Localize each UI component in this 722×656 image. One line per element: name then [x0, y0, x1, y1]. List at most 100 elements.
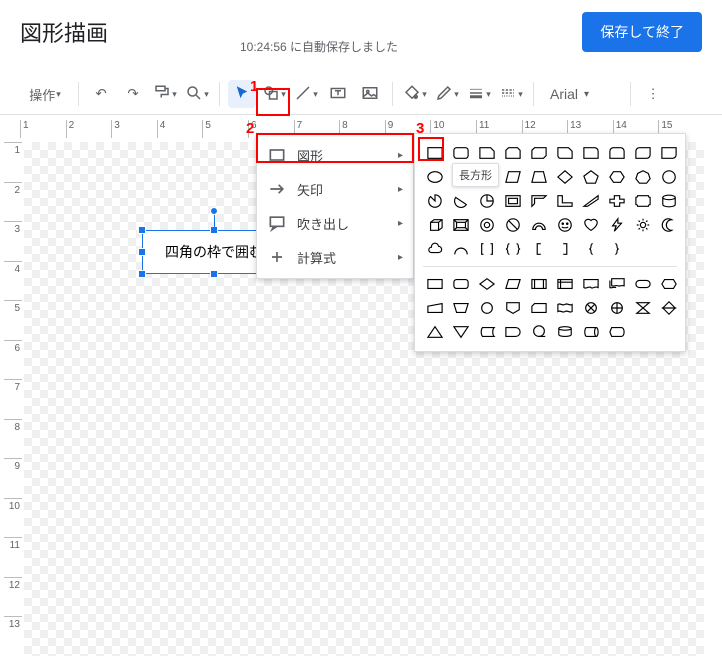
submenu-arrows[interactable]: 矢印 ▸ [257, 172, 413, 206]
resize-handle-nw[interactable] [138, 226, 146, 234]
shape-flowchart-collate[interactable] [631, 297, 655, 319]
shape-double-brace[interactable] [501, 238, 525, 260]
shape-flowchart-manual-op[interactable] [449, 297, 473, 319]
shape-hexagon[interactable] [605, 166, 629, 188]
border-weight-button[interactable] [465, 80, 493, 108]
redo-button[interactable]: ↷ [119, 80, 147, 108]
shape-snip-same[interactable] [501, 142, 525, 164]
border-dash-button[interactable] [497, 80, 525, 108]
shape-flowchart-connector[interactable] [475, 297, 499, 319]
shape-teardrop[interactable] [475, 190, 499, 212]
shape-diagonal-stripe[interactable] [579, 190, 603, 212]
shape-flowchart-extract[interactable] [423, 321, 447, 343]
fill-color-button[interactable] [401, 80, 429, 108]
shape-block-arc[interactable] [527, 214, 551, 236]
shape-smiley[interactable] [553, 214, 577, 236]
shape-round-single[interactable] [579, 142, 603, 164]
shape-snip-single[interactable] [475, 142, 499, 164]
toolbar: 操作 ↶ ↷ Arial ⋮ [0, 74, 722, 115]
shape-flowchart-manual-input[interactable] [423, 297, 447, 319]
shape-left-bracket[interactable] [527, 238, 551, 260]
shape-right-bracket[interactable] [553, 238, 577, 260]
shape-pie[interactable] [423, 190, 447, 212]
font-family-dropdown[interactable]: Arial [542, 86, 622, 102]
shape-donut[interactable] [475, 214, 499, 236]
shape-can[interactable] [657, 190, 681, 212]
shape-double-bracket[interactable] [475, 238, 499, 260]
shape-flowchart-tape[interactable] [553, 297, 577, 319]
shape-parallelogram[interactable] [501, 166, 525, 188]
submenu-equation[interactable]: 計算式 ▸ [257, 240, 413, 274]
submenu-callouts[interactable]: 吹き出し ▸ [257, 206, 413, 240]
shape-flowchart-data[interactable] [501, 273, 525, 295]
shape-rounded-rectangle[interactable] [449, 142, 473, 164]
resize-handle-s[interactable] [210, 270, 218, 278]
shape-flowchart-or[interactable] [605, 297, 629, 319]
shape-flowchart-direct-access[interactable] [579, 321, 603, 343]
shape-flowchart-predefined[interactable] [527, 273, 551, 295]
shape-l-shape[interactable] [553, 190, 577, 212]
shape-right-brace[interactable] [605, 238, 629, 260]
shape-moon[interactable] [657, 214, 681, 236]
shape-flowchart-offpage[interactable] [501, 297, 525, 319]
zoom-button[interactable] [183, 80, 211, 108]
shape-flowchart-preparation[interactable] [657, 273, 681, 295]
shape-trapezoid[interactable] [527, 166, 551, 188]
shape-flowchart-stored[interactable] [475, 321, 499, 343]
shape-chord[interactable] [449, 190, 473, 212]
shape-flowchart-multidoc[interactable] [605, 273, 629, 295]
resize-handle-sw[interactable] [138, 270, 146, 278]
shape-dodecagon[interactable] [657, 166, 681, 188]
cursor-icon [233, 84, 251, 105]
shape-teardrop-rect[interactable] [657, 142, 681, 164]
shape-snip-round[interactable] [553, 142, 577, 164]
shape-flowchart-process[interactable] [423, 273, 447, 295]
shape-flowchart-document[interactable] [579, 273, 603, 295]
shape-half-frame[interactable] [527, 190, 551, 212]
resize-handle-n[interactable] [210, 226, 218, 234]
actions-dropdown[interactable]: 操作 [20, 80, 70, 108]
shape-lightning[interactable] [605, 214, 629, 236]
arrow-icon [267, 179, 287, 199]
shape-round-diag[interactable] [631, 142, 655, 164]
shape-plus[interactable] [605, 190, 629, 212]
shape-flowchart-alt-process[interactable] [449, 273, 473, 295]
shape-flowchart-summing[interactable] [579, 297, 603, 319]
shape-arc[interactable] [449, 238, 473, 260]
border-color-button[interactable] [433, 80, 461, 108]
undo-button[interactable]: ↶ [87, 80, 115, 108]
shape-flowchart-card[interactable] [527, 297, 551, 319]
shape-cube[interactable] [423, 214, 447, 236]
shape-sun[interactable] [631, 214, 655, 236]
shape-no-symbol[interactable] [501, 214, 525, 236]
shape-diamond[interactable] [553, 166, 577, 188]
shape-pentagon[interactable] [579, 166, 603, 188]
shape-flowchart-display[interactable] [605, 321, 629, 343]
shape-cloud[interactable] [423, 238, 447, 260]
shape-flowchart-delay[interactable] [501, 321, 525, 343]
shape-bevel[interactable] [449, 214, 473, 236]
shape-left-brace[interactable] [579, 238, 603, 260]
shape-flowchart-magnetic-disk[interactable] [553, 321, 577, 343]
shape-snip-diag[interactable] [527, 142, 551, 164]
shape-heart[interactable] [579, 214, 603, 236]
shape-flowchart-decision[interactable] [475, 273, 499, 295]
shape-flowchart-sort[interactable] [657, 297, 681, 319]
shape-round-same[interactable] [605, 142, 629, 164]
resize-handle-w[interactable] [138, 248, 146, 256]
shape-frame[interactable] [501, 190, 525, 212]
save-and-close-button[interactable]: 保存して終了 [582, 12, 702, 52]
paint-format-button[interactable] [151, 80, 179, 108]
shape-ellipse[interactable] [423, 166, 447, 188]
shape-heptagon[interactable] [631, 166, 655, 188]
shape-plaque[interactable] [631, 190, 655, 212]
textbox-tool-button[interactable] [324, 80, 352, 108]
line-tool-button[interactable] [292, 80, 320, 108]
rotate-handle[interactable] [210, 207, 218, 215]
shape-flowchart-merge[interactable] [449, 321, 473, 343]
shape-flowchart-internal-storage[interactable] [553, 273, 577, 295]
image-tool-button[interactable] [356, 80, 384, 108]
shape-flowchart-seq-access[interactable] [527, 321, 551, 343]
shape-flowchart-terminator[interactable] [631, 273, 655, 295]
more-button[interactable]: ⋮ [639, 80, 667, 108]
